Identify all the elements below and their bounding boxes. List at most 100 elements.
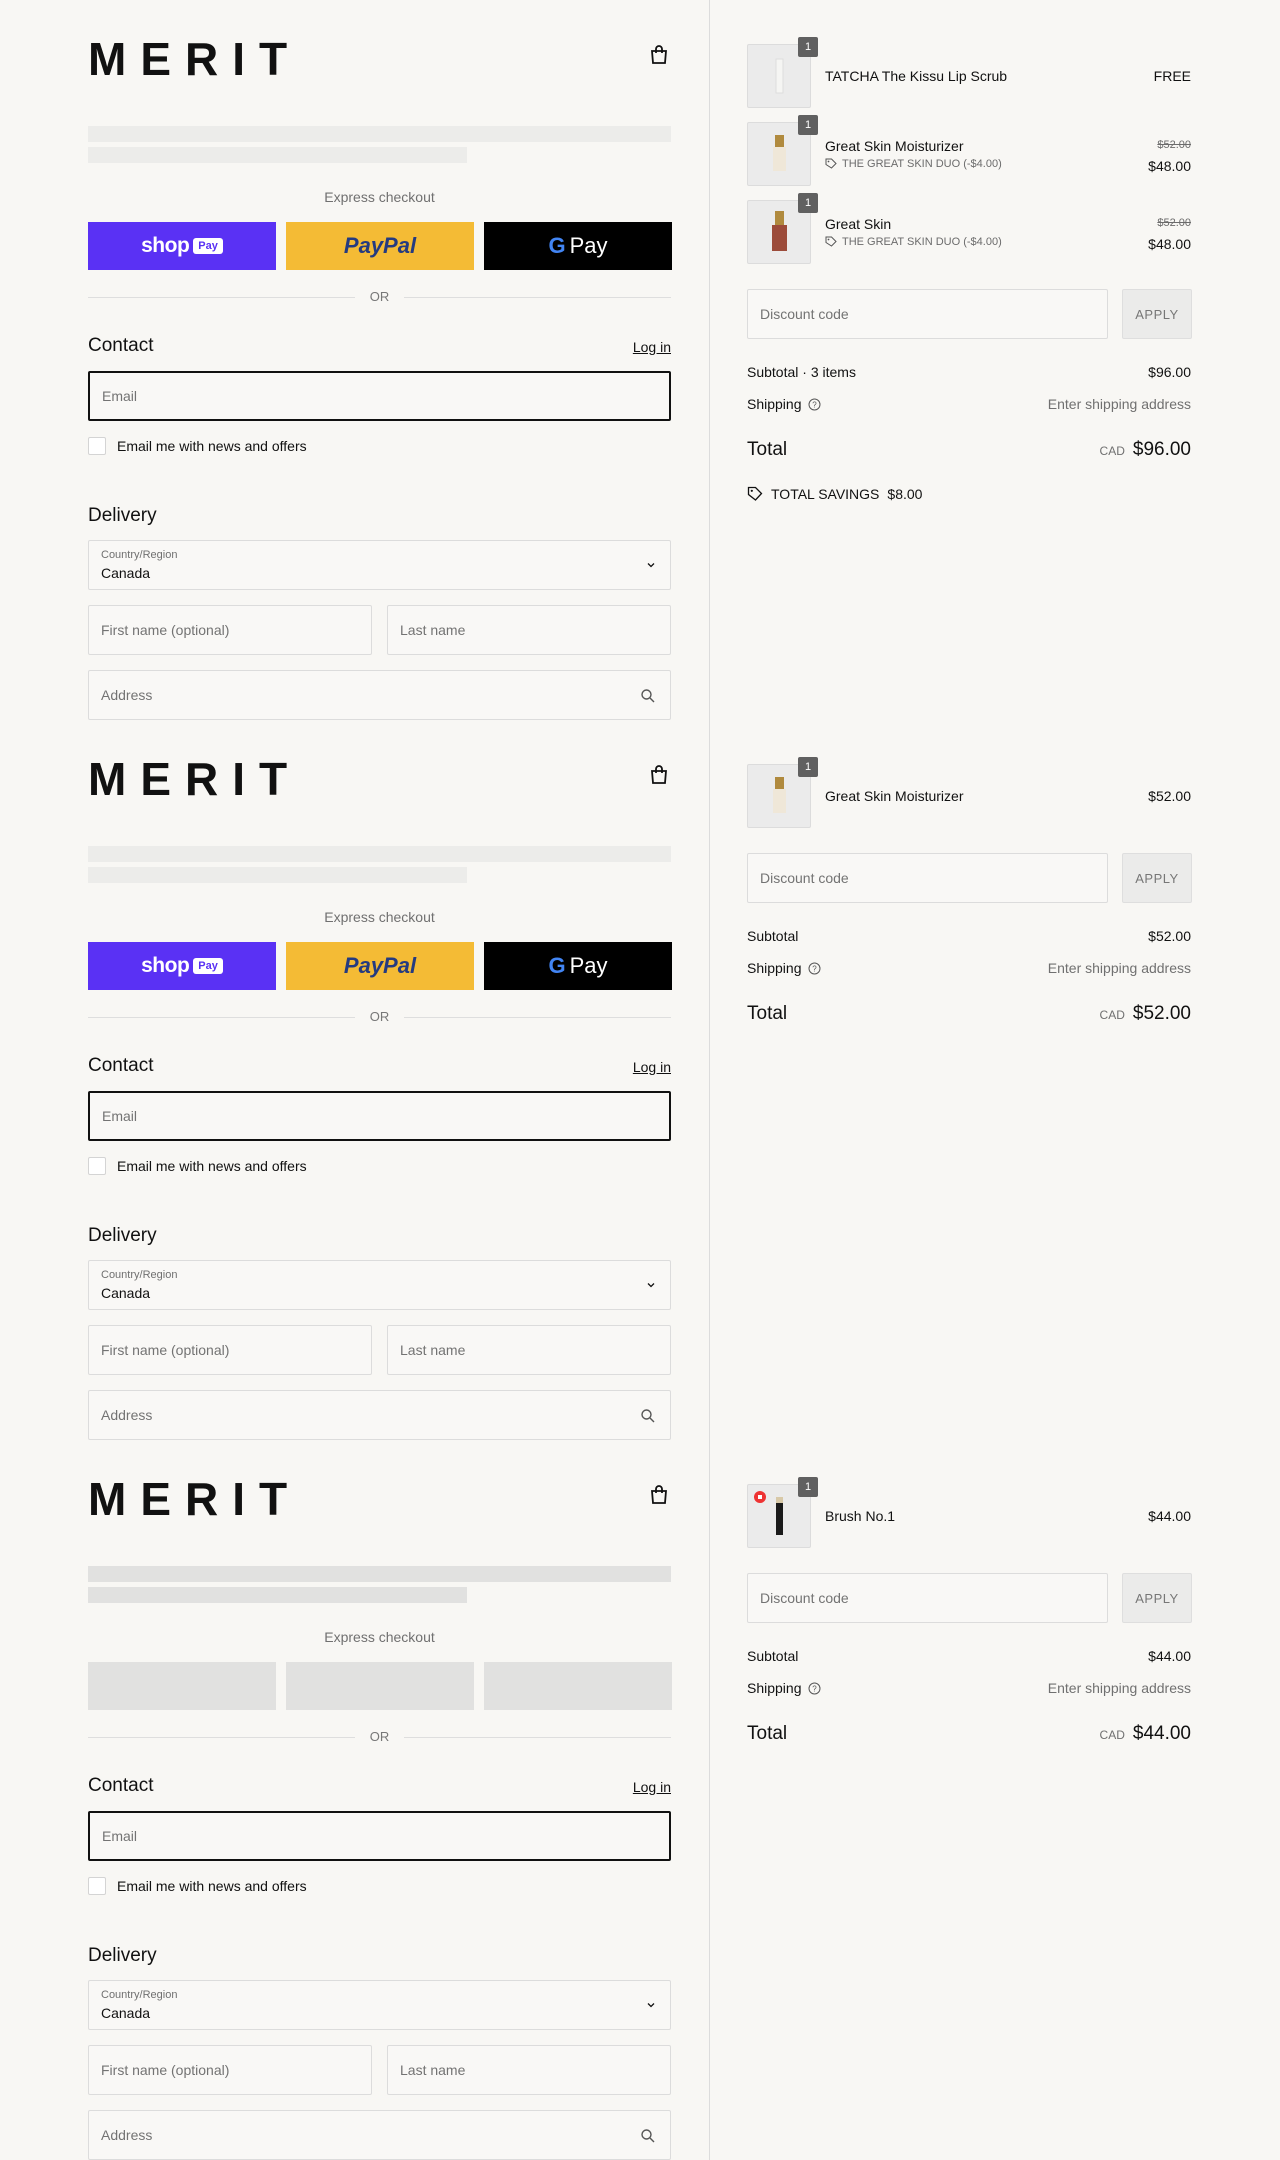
paypal-button[interactable]: PayPal <box>286 942 474 990</box>
currency-code: CAD <box>1099 1008 1125 1022</box>
login-link[interactable]: Log in <box>620 1059 671 1075</box>
checkout-panel-1: MERIT Express checkout shop Pay PayPal G… <box>0 0 1280 720</box>
address-field[interactable]: Address <box>88 2110 671 2160</box>
total-label: Total <box>747 1723 788 1744</box>
quantity-badge: 1 <box>798 757 818 777</box>
product-thumbnail: 1 <box>747 115 818 186</box>
contact-heading: Contact <box>88 1775 154 1796</box>
apply-button[interactable]: APPLY <box>1122 1573 1192 1623</box>
express-button-loading <box>484 1662 672 1710</box>
shop-pay-button[interactable]: shop Pay <box>88 942 276 990</box>
brand-logo[interactable]: MERIT <box>88 1476 301 1522</box>
email-field[interactable]: Email <box>88 371 671 421</box>
google-pay-button[interactable]: G Pay <box>484 222 672 270</box>
help-icon[interactable]: ? <box>808 398 821 411</box>
brand-logo[interactable]: MERIT <box>88 756 301 802</box>
newsletter-checkbox[interactable] <box>88 437 106 455</box>
help-icon[interactable]: ? <box>808 1682 821 1695</box>
checkout-panel-2: MERIT Express checkout shop Pay PayPal G… <box>0 720 1280 1440</box>
or-divider: OR <box>88 1728 671 1746</box>
apply-button[interactable]: APPLY <box>1122 853 1192 903</box>
first-name-field[interactable]: First name (optional) <box>88 2045 372 2095</box>
quantity-badge: 1 <box>798 37 818 57</box>
product-name: Brush No.1 <box>825 1508 896 1524</box>
product-name: Great Skin Moisturizer <box>825 788 964 804</box>
delivery-heading: Delivery <box>88 1945 157 1966</box>
express-button-loading <box>88 1662 276 1710</box>
checkout-form: MERIT Express checkout OR Contact Log in… <box>0 1440 709 2160</box>
search-icon[interactable] <box>640 1408 656 1424</box>
google-pay-button[interactable]: G Pay <box>484 942 672 990</box>
total-value: CAD $52.00 <box>1100 1003 1191 1025</box>
express-checkout-label: Express checkout <box>324 189 435 205</box>
shipping-label: Shipping ? <box>747 1680 821 1696</box>
discount-tag: THE GREAT SKIN DUO (-$4.00) <box>825 236 1002 248</box>
product-thumbnail: 1 <box>747 193 818 264</box>
contact-heading: Contact <box>88 1055 154 1076</box>
express-button-loading <box>286 1662 474 1710</box>
search-icon[interactable] <box>640 688 656 704</box>
email-field[interactable]: Email <box>88 1091 671 1141</box>
email-field[interactable]: Email <box>88 1811 671 1861</box>
subtotal-value: $44.00 <box>1148 1648 1191 1664</box>
last-name-field[interactable]: Last name <box>387 605 671 655</box>
discount-code-field[interactable]: Discount code <box>747 289 1108 339</box>
product-name: Great Skin <box>825 216 892 232</box>
help-icon[interactable]: ? <box>808 962 821 975</box>
first-name-field[interactable]: First name (optional) <box>88 605 372 655</box>
total-amount: $44.00 <box>1132 1723 1191 1744</box>
subtotal-label: Subtotal <box>747 928 799 944</box>
brand-logo[interactable]: MERIT <box>88 36 301 82</box>
total-amount: $52.00 <box>1132 1003 1191 1024</box>
login-link[interactable]: Log in <box>620 1779 671 1795</box>
discount-code-field[interactable]: Discount code <box>747 1573 1108 1623</box>
loading-skeleton <box>88 126 671 142</box>
order-summary: 1 Great Skin Moisturizer $52.00 Discount… <box>710 720 1280 1440</box>
shop-pay-button[interactable]: shop Pay <box>88 222 276 270</box>
subtotal-value: $96.00 <box>1148 364 1191 380</box>
bag-icon[interactable] <box>648 44 670 66</box>
tag-icon <box>825 158 837 169</box>
country-select[interactable]: Country/Region Canada <box>88 540 671 590</box>
total-label: Total <box>747 1003 788 1024</box>
apply-button[interactable]: APPLY <box>1122 289 1192 339</box>
newsletter-checkbox[interactable] <box>88 1877 106 1895</box>
paypal-button[interactable]: PayPal <box>286 222 474 270</box>
original-price: $52.00 <box>1157 139 1191 151</box>
loading-skeleton <box>88 867 467 883</box>
loading-skeleton <box>88 1587 467 1603</box>
or-divider: OR <box>88 288 671 306</box>
checkout-form: MERIT Express checkout shop Pay PayPal G… <box>0 720 709 1440</box>
product-price: $52.00 <box>1148 788 1191 804</box>
google-g-icon: G <box>548 953 566 978</box>
product-price: $44.00 <box>1148 1508 1191 1524</box>
address-field[interactable]: Address <box>88 670 671 720</box>
country-select[interactable]: Country/Region Canada <box>88 1260 671 1310</box>
bag-icon[interactable] <box>648 764 670 786</box>
original-price: $52.00 <box>1157 217 1191 229</box>
google-g-icon: G <box>548 233 566 258</box>
order-summary: 1 TATCHA The Kissu Lip Scrub FREE 1 Grea… <box>710 0 1280 720</box>
first-name-field[interactable]: First name (optional) <box>88 1325 372 1375</box>
search-icon[interactable] <box>640 2128 656 2144</box>
shipping-value: Enter shipping address <box>1047 396 1191 412</box>
total-label: Total <box>747 439 788 460</box>
last-name-field[interactable]: Last name <box>387 1325 671 1375</box>
express-checkout-label: Express checkout <box>324 1629 435 1645</box>
last-name-field[interactable]: Last name <box>387 2045 671 2095</box>
tag-icon <box>747 486 763 501</box>
currency-code: CAD <box>1099 444 1125 458</box>
quantity-badge: 1 <box>798 1477 818 1497</box>
country-select[interactable]: Country/Region Canada <box>88 1980 671 2030</box>
product-name: Great Skin Moisturizer <box>825 138 964 154</box>
login-link[interactable]: Log in <box>620 339 671 355</box>
discount-code-field[interactable]: Discount code <box>747 853 1108 903</box>
newsletter-checkbox[interactable] <box>88 1157 106 1175</box>
svg-text:?: ? <box>812 1684 817 1693</box>
product-price: FREE <box>1153 68 1191 84</box>
address-field[interactable]: Address <box>88 1390 671 1440</box>
svg-text:?: ? <box>812 400 817 409</box>
bag-icon[interactable] <box>648 1484 670 1506</box>
newsletter-label: Email me with news and offers <box>117 1158 307 1174</box>
express-checkout-label: Express checkout <box>324 909 435 925</box>
